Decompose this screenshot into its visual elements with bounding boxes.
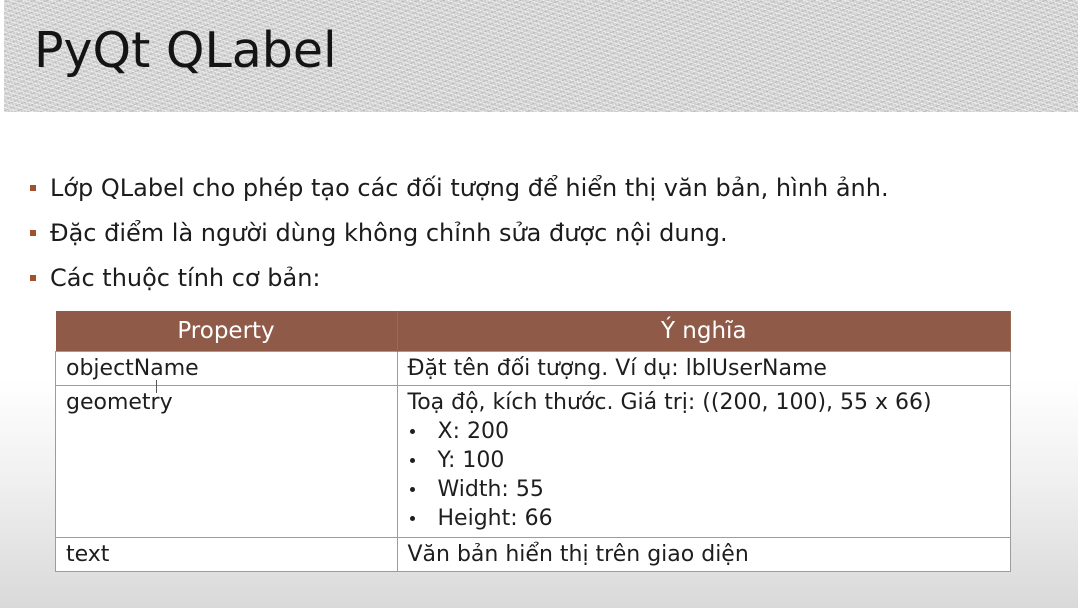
bullet-text: Các thuộc tính cơ bản:	[50, 264, 321, 292]
table-row: objectName Đặt tên đối tượng. Ví dụ: lbl…	[55, 351, 1011, 386]
bullet-item: Đặc điểm là người dùng không chỉnh sửa đ…	[30, 217, 889, 249]
list-item: Y: 100	[408, 446, 1001, 475]
square-bullet-icon	[30, 230, 36, 236]
bullet-dot-icon	[409, 487, 415, 492]
bullet-list: Lớp QLabel cho phép tạo các đối tượng để…	[30, 172, 889, 307]
slide-title: PyQt QLabel	[34, 22, 337, 79]
square-bullet-icon	[30, 185, 36, 191]
list-item-text: Width: 55	[437, 477, 544, 502]
column-header-property: Property	[55, 311, 398, 352]
list-item: X: 200	[408, 417, 1001, 446]
property-name-cell: geometry	[55, 385, 398, 538]
bullet-dot-icon	[409, 516, 415, 521]
square-bullet-icon	[30, 275, 36, 281]
list-item-text: Y: 100	[437, 448, 505, 473]
property-name-cell: text	[55, 537, 398, 572]
property-desc-cell: Văn bản hiển thị trên giao diện	[396, 537, 1011, 572]
bullet-item: Lớp QLabel cho phép tạo các đối tượng để…	[30, 172, 889, 204]
property-desc-cell: Đặt tên đối tượng. Ví dụ: lblUserName	[396, 351, 1011, 386]
property-table: Property Ý nghĩa objectName Đặt tên đối …	[55, 311, 1011, 572]
bullet-item: Các thuộc tính cơ bản:	[30, 262, 889, 294]
property-desc-text: Toạ độ, kích thước. Giá trị: ((200, 100)…	[407, 390, 932, 415]
list-item-text: Height: 66	[437, 506, 553, 531]
table-row: geometry Toạ độ, kích thước. Giá trị: ((…	[55, 385, 1011, 538]
list-item: Width: 55	[408, 475, 1001, 504]
list-item: Height: 66	[408, 504, 1001, 533]
bullet-text: Đặc điểm là người dùng không chỉnh sửa đ…	[50, 219, 728, 247]
bullet-text: Lớp QLabel cho phép tạo các đối tượng để…	[50, 174, 889, 202]
property-name-cell: objectName	[55, 351, 398, 386]
text-cursor-icon	[156, 380, 157, 393]
column-header-meaning: Ý nghĩa	[397, 311, 1011, 352]
table-row: text Văn bản hiển thị trên giao diện	[55, 537, 1011, 572]
bullet-dot-icon	[409, 429, 415, 434]
list-item-text: X: 200	[437, 419, 509, 444]
table-header-row: Property Ý nghĩa	[55, 311, 1011, 352]
bullet-dot-icon	[409, 458, 415, 463]
geometry-value-list: X: 200 Y: 100 Width: 55 Height: 66	[408, 417, 1001, 533]
property-desc-cell: Toạ độ, kích thước. Giá trị: ((200, 100)…	[396, 385, 1011, 538]
